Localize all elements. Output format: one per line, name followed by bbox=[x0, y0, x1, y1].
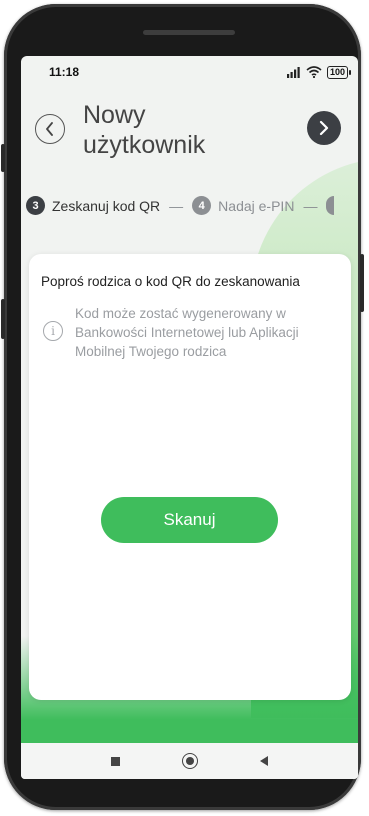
step-separator: — bbox=[169, 197, 184, 214]
recent-apps-icon[interactable] bbox=[111, 756, 120, 766]
status-time: 11:18 bbox=[49, 65, 80, 79]
info-icon: i bbox=[43, 321, 63, 341]
status-icons: 100 bbox=[286, 65, 352, 79]
step-separator: — bbox=[303, 197, 318, 214]
back-nav-icon[interactable] bbox=[260, 756, 268, 766]
phone-side-button bbox=[360, 254, 364, 312]
screen: 11:18 100 Nowy użytkownik 3 Zeskanuj kod… bbox=[21, 56, 358, 779]
page-title-line1: Nowy bbox=[83, 101, 146, 129]
phone-speaker bbox=[143, 30, 235, 35]
step-3: 3 Zeskanuj kod QR bbox=[26, 196, 160, 215]
stepper: 3 Zeskanuj kod QR — 4 Nadaj e-PIN — bbox=[26, 196, 335, 215]
step-next-partial bbox=[326, 196, 335, 215]
page-title: Nowy użytkownik bbox=[83, 100, 205, 160]
step-number: 3 bbox=[26, 196, 45, 215]
back-chevron-icon bbox=[46, 122, 53, 136]
page-title-line2: użytkownik bbox=[83, 131, 206, 159]
home-icon-inner bbox=[186, 757, 194, 765]
signal-icon bbox=[286, 66, 300, 78]
home-icon[interactable] bbox=[182, 753, 198, 769]
step-label: Nadaj e-PIN bbox=[218, 197, 295, 214]
step-label: Zeskanuj kod QR bbox=[52, 197, 161, 214]
next-chevron-icon bbox=[319, 120, 329, 136]
status-bar: 11:18 100 bbox=[21, 56, 358, 88]
card-title: Poproś rodzica o kod QR do zeskanowania bbox=[41, 274, 300, 289]
phone-side-button bbox=[1, 299, 5, 339]
android-nav-bar bbox=[21, 743, 358, 779]
qr-instruction-card: Poproś rodzica o kod QR do zeskanowania … bbox=[29, 254, 351, 700]
scan-button[interactable]: Skanuj bbox=[101, 497, 278, 543]
next-button[interactable] bbox=[307, 111, 341, 145]
battery-icon: 100 bbox=[326, 65, 352, 79]
phone-side-button bbox=[1, 144, 5, 172]
step-number: 4 bbox=[192, 196, 212, 215]
wifi-icon bbox=[306, 66, 322, 78]
step-4: 4 Nadaj e-PIN bbox=[192, 196, 294, 215]
info-text: Kod może zostać wygenerowany w Bankowośc… bbox=[75, 306, 299, 359]
phone-frame: 11:18 100 Nowy użytkownik 3 Zeskanuj kod… bbox=[1, 4, 364, 810]
back-button[interactable] bbox=[35, 114, 65, 144]
header: Nowy użytkownik bbox=[21, 96, 358, 166]
